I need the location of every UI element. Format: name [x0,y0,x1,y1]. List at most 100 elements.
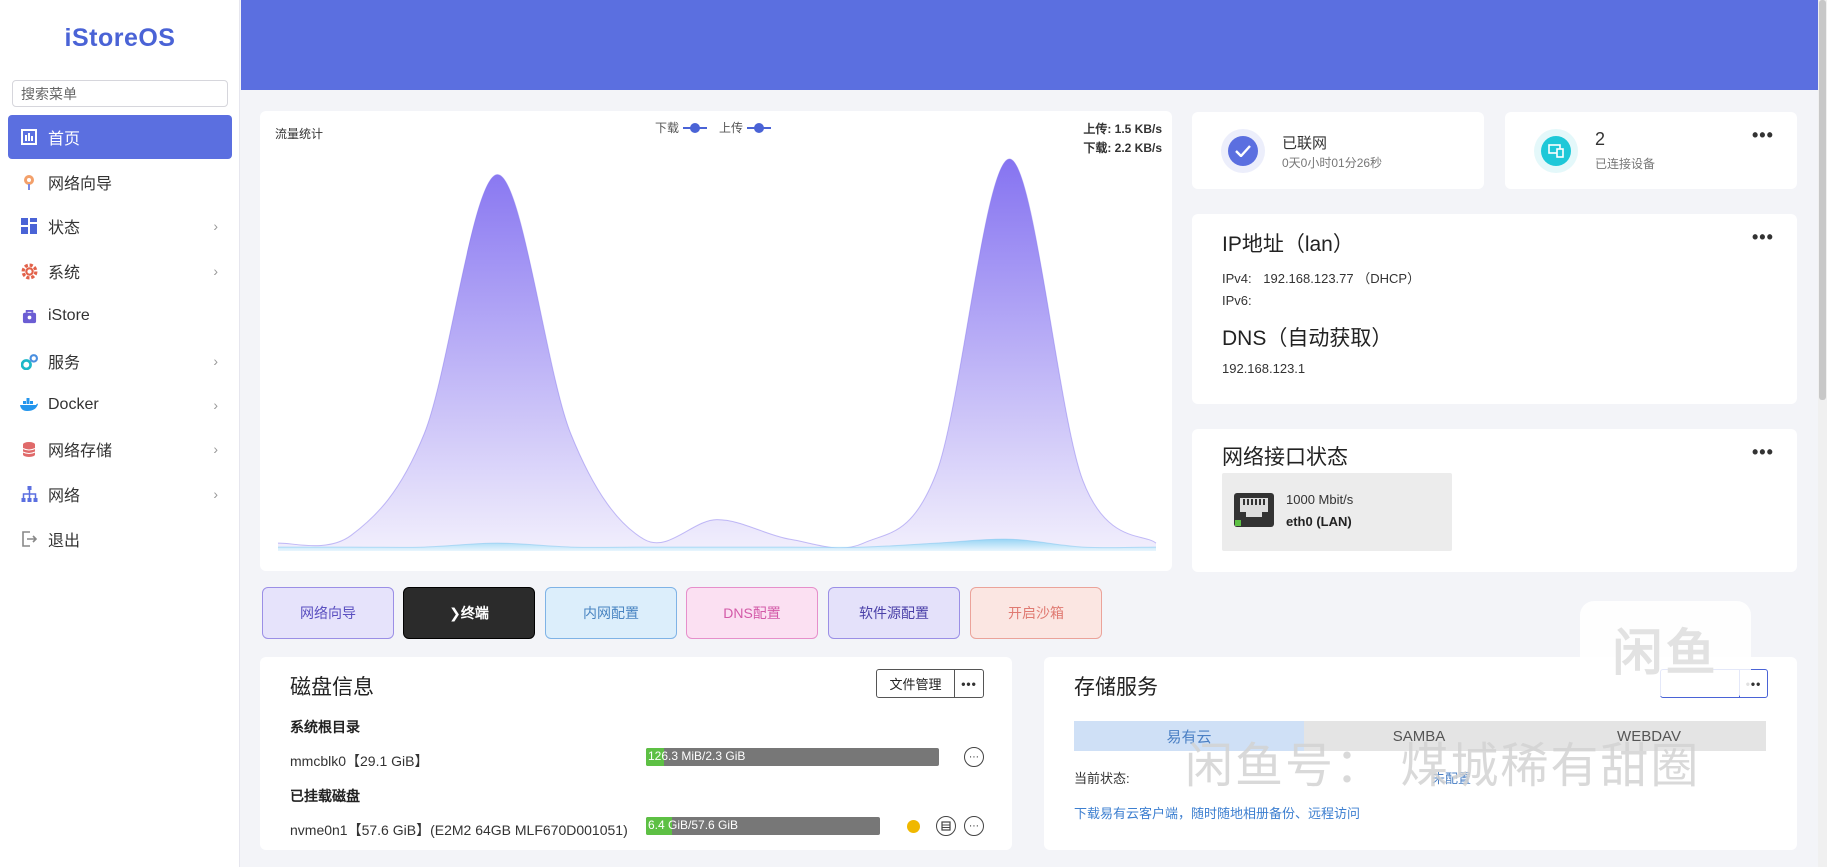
warning-dot-icon[interactable] [907,820,920,833]
current-rates: 上传: 1.5 KB/s 下载: 2.2 KB/s [1083,120,1162,158]
legend-marker [747,122,772,133]
interface-name: eth0 (LAN) [1286,514,1352,529]
mounted-disk-more-button[interactable]: ⋯ [964,816,984,836]
quick-button-2[interactable]: 内网配置 [545,587,677,639]
storage-status-label: 当前状态: [1074,771,1130,786]
mounted-usage-text: 6.4 GiB/57.6 GiB [648,818,739,832]
connection-card: 已联网 0天0小时01分26秒 [1192,112,1484,189]
file-manager-group: 文件管理 ••• [876,669,984,698]
chevron-right-icon: › [213,486,218,502]
network-icon [20,485,38,503]
legend-marker [683,122,708,133]
sidebar-item-logout[interactable]: 退出 [8,517,232,561]
watermark-logo: 闲鱼 [1580,601,1751,696]
file-manager-button[interactable]: 文件管理 [877,670,955,697]
ip-title: IP地址（lan） [1222,233,1354,256]
mounted-usage-bar: 6.4 GiB/57.6 GiB [646,817,880,835]
chevron-right-icon: › [213,263,218,279]
sidebar-item-label: iStore [48,307,90,324]
traffic-chart [277,158,1157,551]
mounted-disk-label: 已挂载磁盘 [290,788,360,804]
sidebar: iStoreOS 首页 网络向导 状态 › 系统 › iStore [0,0,240,867]
quick-button-5[interactable]: 开启沙箱 [970,587,1102,639]
store-icon [20,307,38,325]
disk-title: 磁盘信息 [290,676,374,699]
sidebar-item-services[interactable]: 服务 › [8,339,232,383]
traffic-chart-card: 流量统计 下载 上传 上传: 1.5 KB/s 下载: 2.2 KB/s [260,111,1172,571]
ipv6-label: IPv6: [1222,293,1252,308]
quick-button-1[interactable]: ❯终端 [403,587,535,639]
quick-button-3[interactable]: DNS配置 [686,587,818,639]
connection-uptime: 0天0小时01分26秒 [1282,156,1383,170]
sidebar-item-label: 网络 [48,488,81,505]
status-icon [20,217,38,235]
sidebar-item-system[interactable]: 系统 › [8,249,232,293]
sidebar-item-istore[interactable]: iStore [8,294,232,338]
chart-title: 流量统计 [275,127,324,141]
devices-more-button[interactable]: ••• [1752,126,1774,144]
chevron-right-icon: › [213,218,218,234]
ethernet-port-icon [1234,493,1274,527]
chart-legend: 下载 上传 [655,119,783,136]
dns-title: DNS（自动获取） [1222,327,1393,350]
interface-item[interactable]: 1000 Mbit/s eth0 (LAN) [1222,473,1452,551]
upload-rate: 上传: 1.5 KB/s [1083,122,1162,136]
app-logo[interactable]: iStoreOS [0,24,240,53]
docker-icon [20,396,38,414]
chevron-right-icon: › [213,353,218,369]
sidebar-item-label: Docker [48,396,99,413]
sidebar-item-network[interactable]: 网络 › [8,472,232,516]
database-icon [20,440,38,458]
sidebar-item-label: 系统 [48,265,81,282]
scrollbar-thumb[interactable] [1819,0,1826,400]
root-disk-name: mmcblk0【29.1 GiB】 [290,753,429,769]
storage-download-hint[interactable]: 下载易有云客户端，随时随地相册备份、远程访问 [1074,803,1360,822]
mounted-disk-name: nvme0n1【57.6 GiB】(E2M2 64GB MLF670D00105… [290,822,628,838]
dns-value: 192.168.123.1 [1222,361,1306,376]
devices-card: 2 已连接设备 ••• [1505,112,1797,189]
storage-title: 存储服务 [1074,676,1158,699]
sidebar-item-status[interactable]: 状态 › [8,204,232,248]
root-usage-text: 126.3 MiB/2.3 GiB [648,749,746,763]
chevron-right-icon: › [213,441,218,457]
sidebar-item-home[interactable]: 首页 [8,115,232,159]
dashboard-icon [20,128,38,146]
disk-more-button[interactable]: ••• [955,670,983,697]
sidebar-item-network-storage[interactable]: 网络存储 › [8,427,232,471]
devices-icon [1534,129,1578,173]
disk-storage-icon[interactable] [936,816,956,836]
quick-button-4[interactable]: 软件源配置 [828,587,960,639]
ipv4-label: IPv4: [1222,271,1252,286]
connection-status: 已联网 [1282,135,1328,152]
legend-item-upload[interactable]: 上传 [719,119,772,136]
interfaces-more-button[interactable]: ••• [1752,443,1774,461]
sidebar-item-label: 首页 [48,131,81,148]
legend-label: 上传 [719,121,744,135]
series-area-0 [278,158,1156,551]
ip-more-button[interactable]: ••• [1752,228,1774,246]
root-usage-bar: 126.3 MiB/2.3 GiB [646,748,939,766]
sidebar-item-label: 网络向导 [48,176,113,193]
ipv4-value: 192.168.123.77 （DHCP） [1263,271,1421,286]
interface-speed: 1000 Mbit/s [1286,492,1354,507]
header-banner [241,0,1820,90]
root-dir-label: 系统根目录 [290,719,360,735]
download-rate: 下载: 2.2 KB/s [1083,141,1162,155]
sidebar-item-label: 退出 [48,533,81,550]
sidebar-item-label: 网络存储 [48,443,113,460]
chevron-right-icon: › [213,397,218,413]
connected-icon [1221,129,1265,173]
quick-button-0[interactable]: 网络向导 [262,587,394,639]
root-disk-more-button[interactable]: ⋯ [964,747,984,767]
legend-item-download[interactable]: 下载 [655,119,708,136]
logout-icon [20,530,38,548]
sidebar-item-docker[interactable]: Docker › [8,383,232,427]
device-count: 2 [1595,129,1606,149]
interfaces-card: 网络接口状态 ••• 1000 Mbit/s eth0 (LAN) [1192,429,1797,572]
search-input[interactable] [12,80,228,107]
sidebar-item-label: 服务 [48,355,81,372]
ipv4-row: IPv4: 192.168.123.77 （DHCP） [1222,268,1420,287]
ip-card: IP地址（lan） ••• IPv4: 192.168.123.77 （DHCP… [1192,214,1797,404]
devices-label: 已连接设备 [1595,157,1656,171]
sidebar-item-network-wizard[interactable]: 网络向导 [8,160,232,204]
